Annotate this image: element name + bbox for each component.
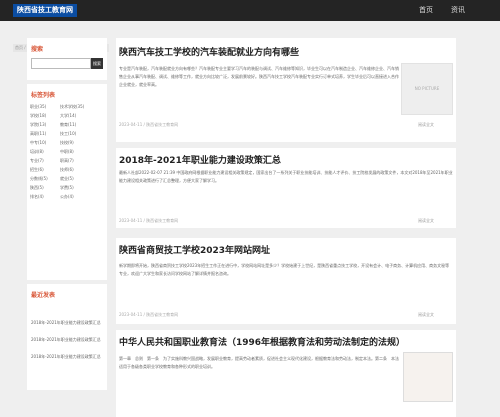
post-thumbnail[interactable]: NO PICTURE — [401, 63, 453, 115]
post-excerpt: 新学期即将开始，陕西省商贸技工学校2023年招生工作正在进行中，学校网站网址是多… — [119, 263, 450, 276]
tag-link[interactable]: 招生(6) — [30, 167, 44, 173]
post-excerpt: 最新人社部2022-02-07 21:39 中国政府网根据职业能力建设相关政策规… — [119, 170, 453, 183]
recent-posts-widget: 最近发表 2018年-2021年职业能力建设政策汇总 2018年-2021年职业… — [27, 284, 107, 390]
search-input[interactable] — [31, 58, 91, 69]
tag-link[interactable]: 中专(10) — [30, 140, 46, 146]
search-button[interactable]: 搜索 — [91, 58, 103, 69]
tag-link[interactable]: 分数线(5) — [30, 176, 48, 182]
post-meta: 2023-04-11 / 陕西省技工教育网 — [119, 122, 179, 127]
post-card: 中华人民共和国职业教育法（1996年根据教育法和劳动法制定的法规） 第一章 总则… — [116, 330, 456, 417]
tag-link[interactable]: 技术学校(35) — [60, 104, 84, 110]
tag-link[interactable]: 排名(4) — [30, 194, 44, 200]
post-card: 陕西汽车技工学校的汽车装配就业方向有哪些 专业是汽车装配，汽车装配就业方向有哪些… — [116, 38, 456, 142]
recent-title: 最近发表 — [31, 292, 56, 299]
recent-post-link[interactable]: 2018年-2021年职业能力建设政策汇总 — [31, 354, 105, 366]
tag-link[interactable]: 技工(10) — [60, 131, 76, 137]
tag-link[interactable]: 中职(8) — [60, 149, 74, 155]
post-meta: 2023-04-11 / 陕西省技工教育网 — [119, 312, 179, 317]
tag-link[interactable]: 技师(6) — [60, 167, 74, 173]
search-widget: 搜索 搜索 — [27, 38, 107, 80]
tag-link[interactable]: 专业(7) — [30, 158, 44, 164]
tag-link[interactable]: 职高(7) — [60, 158, 74, 164]
post-excerpt: 专业是汽车装配，汽车装配就业方向有哪些？汽车装配专业主要学习汽车的装配与调试、汽… — [119, 66, 399, 87]
tag-link[interactable]: 大学(14) — [60, 113, 76, 119]
post-title[interactable]: 中华人民共和国职业教育法（1996年根据教育法和劳动法制定的法规） — [119, 335, 405, 348]
tag-link[interactable]: 培训(8) — [30, 149, 44, 155]
tags-title: 标签列表 — [31, 92, 56, 99]
nav-home[interactable]: 首页 — [419, 5, 433, 15]
tag-link[interactable]: 学费(5) — [60, 185, 74, 191]
post-title[interactable]: 2018年-2021年职业能力建设政策汇总 — [119, 153, 281, 166]
tags-widget: 标签列表 职业(35) 技术学校(35) 学校(18) 大学(14) 学院(13… — [27, 84, 107, 280]
post-card: 2018年-2021年职业能力建设政策汇总 最新人社部2022-02-07 21… — [116, 148, 456, 228]
site-logo[interactable]: 陕西省技工教育网 — [13, 4, 77, 17]
tag-link[interactable]: 教育(11) — [60, 122, 76, 128]
tag-link[interactable]: 就业(5) — [60, 176, 74, 182]
tag-link[interactable]: 陕西(5) — [30, 185, 44, 191]
tag-link[interactable]: 学院(13) — [30, 122, 46, 128]
tag-link[interactable]: 学校(18) — [30, 113, 46, 119]
post-meta: 2023-04-11 / 陕西省技工教育网 — [119, 218, 179, 223]
post-excerpt: 第一章 总则 第一条 为了实施科教兴国战略，发展职业教育，提高劳动者素质，促进社… — [119, 356, 399, 369]
post-card: 陕西省商贸技工学校2023年网站网址 新学期即将开始，陕西省商贸技工学校2023… — [116, 238, 456, 324]
tag-link[interactable]: 高职(11) — [30, 131, 46, 137]
read-more-link[interactable]: 阅读全文 — [418, 218, 434, 224]
post-title[interactable]: 陕西汽车技工学校的汽车装配就业方向有哪些 — [119, 45, 299, 58]
tag-link[interactable]: 职业(35) — [30, 104, 46, 110]
tag-link[interactable]: 技校(9) — [60, 140, 74, 146]
tag-link[interactable]: 公办(4) — [60, 194, 74, 200]
post-title[interactable]: 陕西省商贸技工学校2023年网站网址 — [119, 243, 270, 256]
recent-post-link[interactable]: 2018年-2021年职业能力建设政策汇总 — [31, 320, 105, 332]
nav-news[interactable]: 资讯 — [451, 5, 465, 15]
search-title: 搜索 — [31, 46, 44, 53]
top-navbar: 陕西省技工教育网 首页 资讯 — [0, 0, 500, 21]
read-more-link[interactable]: 阅读全文 — [418, 312, 434, 318]
recent-post-link[interactable]: 2018年-2021年职业能力建设政策汇总 — [31, 337, 105, 349]
post-thumbnail[interactable] — [403, 352, 453, 402]
read-more-link[interactable]: 阅读全文 — [418, 122, 434, 128]
thumbnail-placeholder-text: NO PICTURE — [414, 86, 440, 91]
